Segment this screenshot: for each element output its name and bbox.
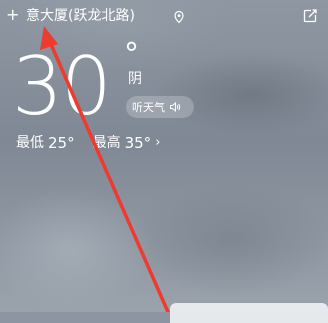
location-name[interactable]: 意大厦(跃龙北路) bbox=[26, 7, 135, 25]
temperature-range[interactable]: 最低 25° 最高 35° › bbox=[16, 134, 160, 152]
chevron-right-icon: › bbox=[155, 135, 161, 150]
low-temp-label: 最低 bbox=[16, 135, 44, 151]
bottom-panel[interactable] bbox=[170, 303, 328, 323]
weather-condition: 阴 bbox=[128, 71, 142, 87]
listen-weather-button[interactable]: 听天气 bbox=[126, 96, 194, 118]
current-temperature: 30 bbox=[12, 40, 112, 133]
degree-symbol: ° bbox=[124, 37, 139, 72]
location-pin-icon bbox=[174, 10, 184, 24]
share-edit-icon[interactable] bbox=[302, 8, 318, 24]
listen-weather-label: 听天气 bbox=[132, 101, 165, 114]
low-temp-value: 25° bbox=[48, 134, 75, 152]
high-temp-value: 35° bbox=[124, 134, 152, 152]
add-city-button[interactable]: + bbox=[6, 5, 19, 25]
speaker-icon bbox=[170, 101, 181, 113]
high-temp-label: 最高 bbox=[92, 135, 121, 151]
